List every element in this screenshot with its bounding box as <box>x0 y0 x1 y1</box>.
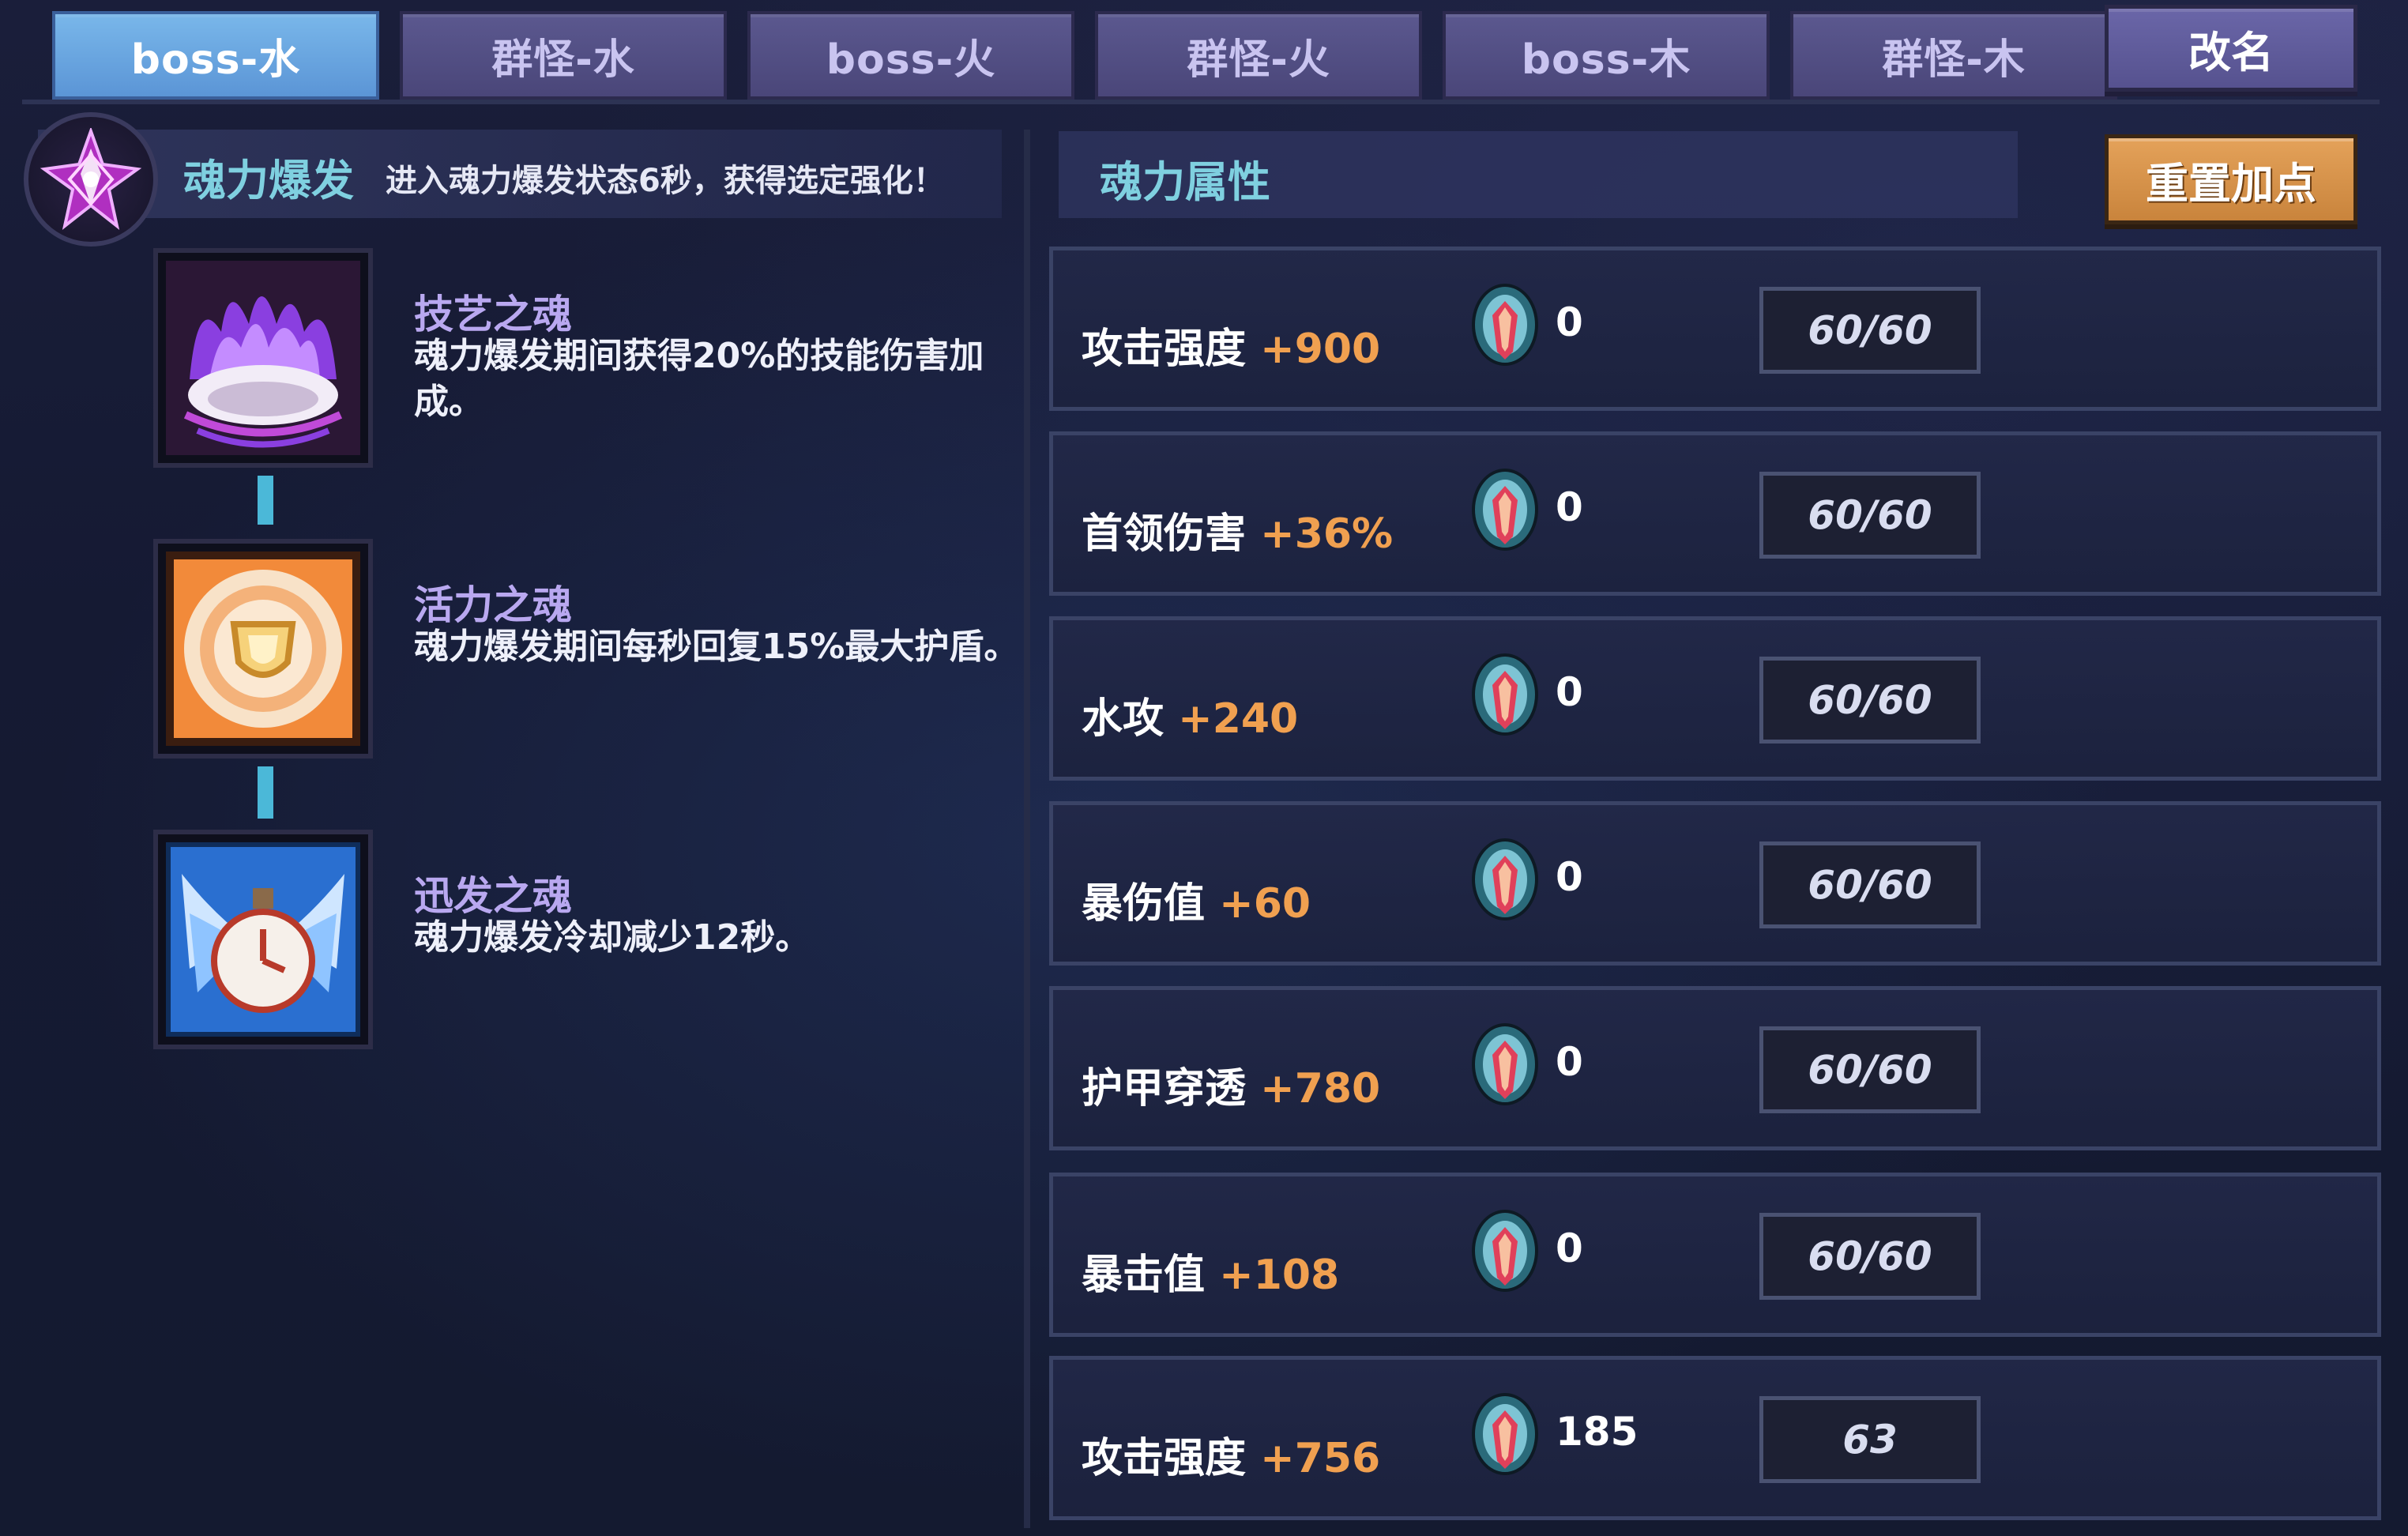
tab-boss-water[interactable]: boss-水 <box>52 11 379 100</box>
attribute-label: 首领伤害 +36% <box>1082 510 1394 558</box>
soul-description: 魂力爆发期间每秒回复15%最大护盾。 <box>414 627 1019 667</box>
attribute-count: 0 <box>1556 484 1583 530</box>
burst-title: 魂力爆发 <box>183 156 354 205</box>
attribute-label: 攻击强度 +900 <box>1082 326 1381 373</box>
attribute-count: 0 <box>1556 299 1583 345</box>
tab-mobs-water[interactable]: 群怪-水 <box>400 11 727 100</box>
attribute-cap: 60/60 <box>1759 841 1981 928</box>
purple-flame-icon <box>158 253 368 463</box>
attribute-label: 水攻 +240 <box>1082 695 1299 743</box>
top-divider <box>22 100 2380 104</box>
tab-mobs-wood[interactable]: 群怪-木 <box>1790 11 2117 100</box>
tab-mobs-fire[interactable]: 群怪-火 <box>1095 11 1422 100</box>
attribute-count: 0 <box>1556 1039 1583 1085</box>
attribute-bonus: +780 <box>1260 1065 1381 1112</box>
soul-connector <box>258 766 273 819</box>
winged-clock-icon <box>158 834 368 1045</box>
attribute-bonus: +108 <box>1219 1252 1340 1299</box>
attribute-row[interactable]: 暴伤值 +60 0 60/60 <box>1049 801 2381 966</box>
soul-gem-icon <box>1472 284 1538 366</box>
attribute-cap: 60/60 <box>1759 287 1981 374</box>
soul-gem-icon <box>1472 1210 1538 1292</box>
attribute-row[interactable]: 攻击强度 +756 185 63 <box>1049 1356 2381 1520</box>
attribute-label: 暴伤值 +60 <box>1082 880 1311 928</box>
soul-gem-icon <box>1472 1023 1538 1105</box>
tab-boss-fire[interactable]: boss-火 <box>747 11 1074 100</box>
reset-points-button[interactable]: 重置加点 <box>2105 134 2357 224</box>
attribute-row[interactable]: 水攻 +240 0 60/60 <box>1049 616 2381 781</box>
tab-boss-wood[interactable]: boss-木 <box>1443 11 1770 100</box>
attribute-bonus: +60 <box>1219 880 1311 928</box>
attributes-title: 魂力属性 <box>1100 157 1270 207</box>
attribute-row[interactable]: 暴击值 +108 0 60/60 <box>1049 1173 2381 1337</box>
attribute-row[interactable]: 首领伤害 +36% 0 60/60 <box>1049 431 2381 596</box>
attribute-count: 0 <box>1556 669 1583 715</box>
attribute-label: 暴击值 +108 <box>1082 1252 1340 1299</box>
attribute-cap: 63 <box>1759 1396 1981 1483</box>
attribute-row[interactable]: 护甲穿透 +780 0 60/60 <box>1049 986 2381 1150</box>
soul-gem-icon <box>1472 653 1538 736</box>
soul-name: 活力之魂 <box>414 582 572 628</box>
rename-button[interactable]: 改名 <box>2105 5 2357 92</box>
attribute-cap: 60/60 <box>1759 657 1981 744</box>
panel-divider <box>1024 130 1030 1528</box>
soul-gem-icon <box>1472 1393 1538 1475</box>
attribute-cap: 60/60 <box>1759 1213 1981 1300</box>
attribute-bonus: +756 <box>1260 1435 1381 1482</box>
soul-name: 技艺之魂 <box>414 292 572 337</box>
soul-connector <box>258 476 273 525</box>
attribute-bonus: +240 <box>1178 695 1299 743</box>
soul-gem-icon <box>1472 838 1538 920</box>
attribute-label: 护甲穿透 +780 <box>1082 1065 1381 1112</box>
burst-description: 进入魂力爆发状态6秒，获得选定强化！ <box>386 163 945 199</box>
soul-description: 魂力爆发冷却减少12秒。 <box>414 917 811 958</box>
soul-name: 迅发之魂 <box>414 873 572 919</box>
shield-medal-icon <box>158 544 368 754</box>
attribute-row[interactable]: 攻击强度 +900 0 60/60 <box>1049 247 2381 411</box>
attribute-cap: 60/60 <box>1759 1026 1981 1113</box>
star-crystal-icon <box>24 112 158 247</box>
soul-description: 魂力爆发期间获得20%的技能伤害加成。 <box>414 336 984 422</box>
attribute-bonus: +36% <box>1260 510 1394 558</box>
attribute-count: 0 <box>1556 854 1583 900</box>
soul-gem-icon <box>1472 469 1538 551</box>
attribute-cap: 60/60 <box>1759 472 1981 559</box>
attribute-count: 0 <box>1556 1225 1583 1271</box>
attribute-bonus: +900 <box>1260 326 1381 373</box>
attribute-count: 185 <box>1556 1409 1639 1455</box>
attribute-label: 攻击强度 +756 <box>1082 1435 1381 1482</box>
